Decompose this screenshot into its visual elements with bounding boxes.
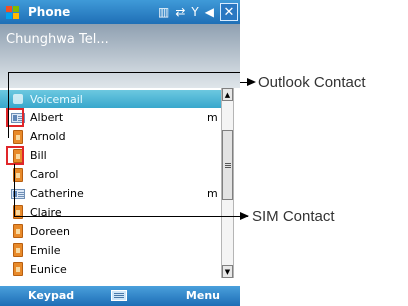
sim-callout-vline	[14, 164, 15, 216]
start-button[interactable]	[0, 0, 26, 24]
scrollbar[interactable]: ▲ ▼	[221, 88, 234, 278]
contact-name: Catherine	[30, 187, 84, 200]
contact-list[interactable]: Voicemail Albert m Arnold Bill Carol Catherine…	[0, 88, 221, 278]
phone-screen: Phone ▥ ⇄ Y ◀ ✕ Chunghwa Tel... Voicemai…	[0, 0, 240, 306]
outlook-contact-icon	[10, 186, 26, 202]
outlook-contact-label: Outlook Contact	[258, 74, 366, 91]
outlook-callout-line	[8, 72, 240, 73]
contact-name: Bill	[30, 149, 47, 163]
list-item[interactable]: Catherine m	[0, 185, 221, 203]
contact-type-flag: m	[207, 111, 218, 125]
sim-contact-icon	[10, 167, 26, 183]
soft-key-bar: Keypad Menu	[0, 286, 240, 306]
contact-name: Arnold	[30, 130, 66, 144]
status-icons: ▥ ⇄ Y ◀ ✕	[158, 3, 238, 21]
contact-name: Eunice	[30, 262, 67, 276]
volume-icon[interactable]: ◀	[205, 3, 214, 21]
list-item[interactable]: Carol	[0, 166, 221, 184]
sim-contact-icon	[10, 261, 26, 277]
close-icon: ✕	[223, 4, 235, 20]
scroll-down-button[interactable]: ▼	[222, 265, 233, 278]
app-title: Phone	[28, 5, 71, 19]
sim-contact-icon	[10, 223, 26, 239]
sim-contact-icon	[10, 204, 26, 220]
contact-name: Emile	[30, 243, 61, 257]
list-item[interactable]: Claire	[0, 203, 221, 221]
windows-flag-icon	[6, 5, 20, 19]
list-item[interactable]: Doreen	[0, 222, 221, 240]
arrow-down-icon: ▼	[224, 267, 231, 276]
contact-name: Voicemail	[30, 92, 83, 106]
signal-icon[interactable]: Y	[191, 3, 198, 21]
list-item[interactable]: Eunice	[0, 260, 221, 278]
operator-name: Chunghwa Tel...	[6, 32, 109, 47]
scroll-thumb[interactable]	[222, 130, 233, 200]
contact-name: Doreen	[30, 224, 70, 238]
sim-highlight-box	[6, 145, 24, 165]
keypad-softkey[interactable]: Keypad	[28, 289, 74, 302]
list-item[interactable]: Albert m	[0, 109, 221, 127]
menu-softkey[interactable]: Menu	[186, 289, 220, 302]
sim-contact-label: SIM Contact	[252, 208, 335, 225]
close-button[interactable]: ✕	[220, 3, 238, 21]
contact-type-flag: m	[207, 187, 218, 200]
operator-header: Chunghwa Tel...	[0, 24, 240, 88]
voicemail-icon	[10, 91, 26, 107]
battery-icon[interactable]: ▥	[158, 3, 169, 21]
sim-contact-icon	[10, 129, 26, 145]
list-item[interactable]: Bill	[0, 147, 221, 165]
sim-arrow-icon	[240, 212, 249, 220]
list-item[interactable]: Voicemail	[0, 90, 221, 108]
contact-name: Albert	[30, 111, 64, 125]
arrow-up-icon: ▲	[224, 90, 231, 99]
keyboard-icon[interactable]	[111, 290, 127, 301]
outlook-callout-vline	[8, 72, 9, 138]
sim-callout-line	[14, 216, 248, 217]
scroll-up-button[interactable]: ▲	[222, 88, 233, 101]
outlook-arrow-icon	[247, 78, 256, 86]
sim-contact-icon	[10, 242, 26, 258]
list-item[interactable]: Emile	[0, 241, 221, 259]
list-item[interactable]: Arnold	[0, 128, 221, 146]
title-bar: Phone ▥ ⇄ Y ◀ ✕	[0, 0, 240, 24]
connectivity-icon[interactable]: ⇄	[175, 3, 185, 21]
contact-name: Carol	[30, 168, 59, 182]
